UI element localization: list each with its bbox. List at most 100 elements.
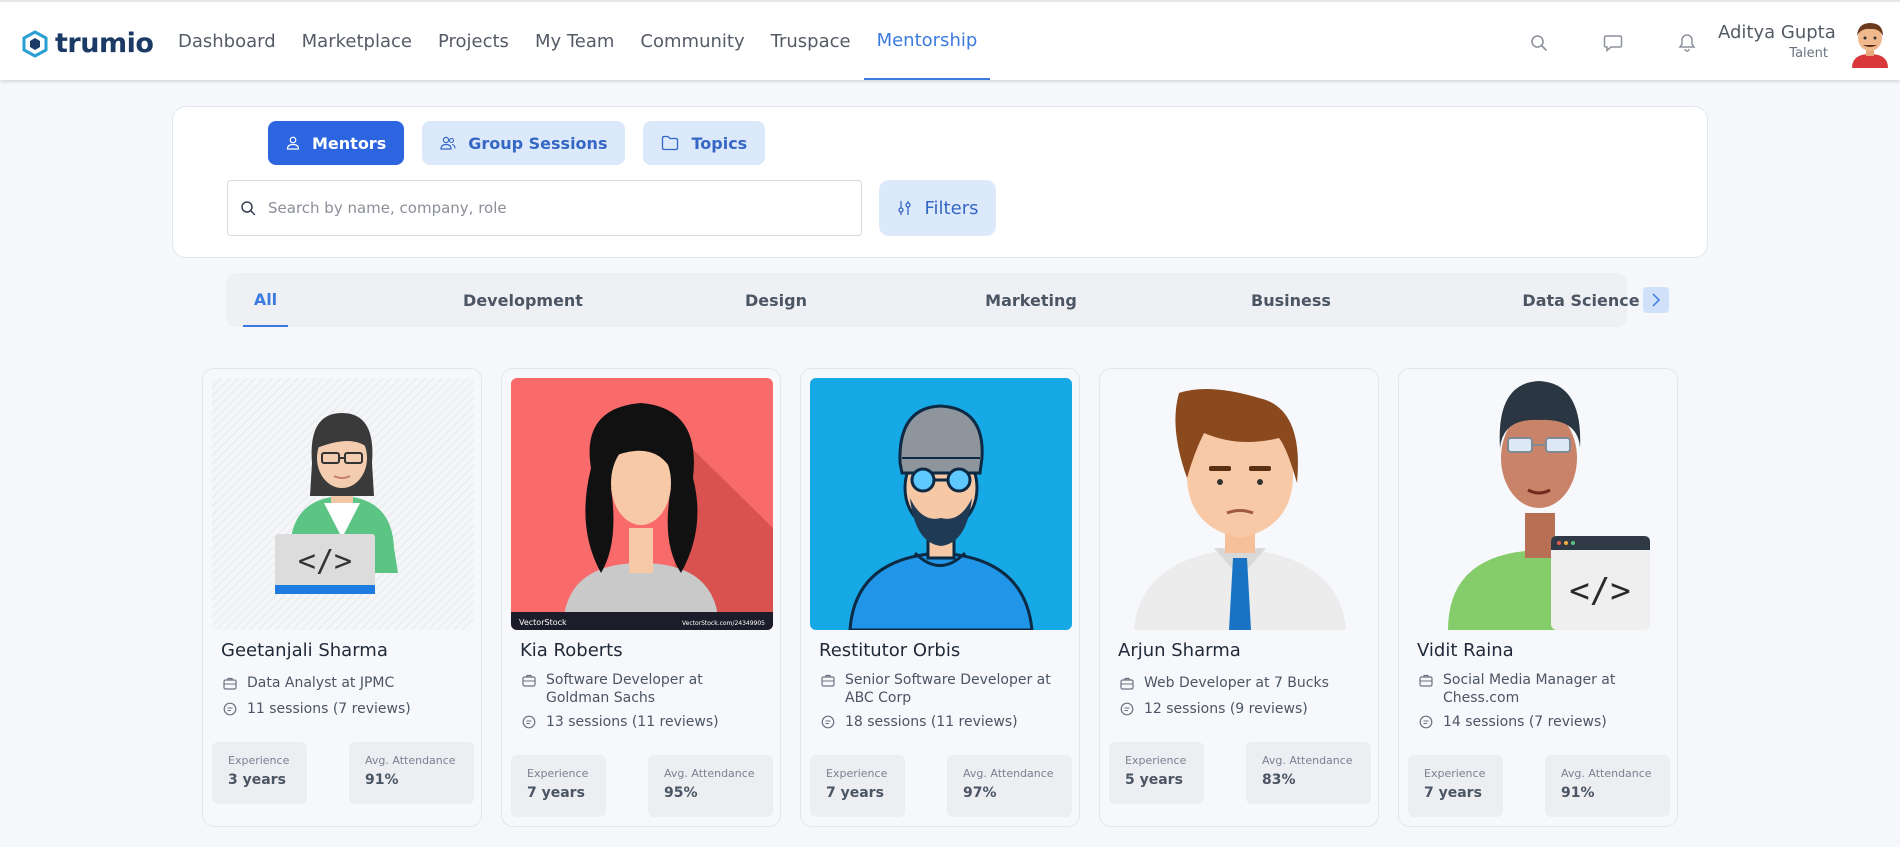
mentor-sessions-text: 13 sessions (11 reviews) xyxy=(546,714,719,730)
search-input[interactable] xyxy=(268,199,848,217)
category-design[interactable]: Design xyxy=(726,273,826,327)
briefcase-icon xyxy=(1419,674,1433,687)
user-menu[interactable]: Aditya Gupta Talent xyxy=(1718,22,1836,61)
category-all[interactable]: All xyxy=(243,273,288,327)
nav-marketplace[interactable]: Marketplace xyxy=(289,2,425,80)
mentor-sessions: 13 sessions (11 reviews) xyxy=(522,713,767,731)
category-bar: All Development Design Marketing Busines… xyxy=(226,273,1640,327)
nav-mentorship[interactable]: Mentorship xyxy=(863,2,991,80)
nav-community[interactable]: Community xyxy=(627,2,757,80)
mentor-role-text: Data Analyst at JPMC xyxy=(247,675,395,691)
mentor-photo: </> xyxy=(1408,378,1670,630)
mentor-sessions-text: 18 sessions (11 reviews) xyxy=(845,714,1018,730)
svg-text:</>: </> xyxy=(298,544,352,579)
experience-value: 7 years xyxy=(826,785,884,801)
mentor-role: Software Developer at Goldman Sachs xyxy=(522,671,767,707)
category-development[interactable]: Development xyxy=(448,273,598,327)
tab-group-sessions[interactable]: Group Sessions xyxy=(422,121,626,165)
chat-icon[interactable] xyxy=(1602,32,1624,54)
mentor-role-text: Senior Software Developer at ABC Corp xyxy=(845,672,1051,706)
experience-stat: Experience 7 years xyxy=(511,755,606,817)
mentor-card[interactable]: </> Vidit Raina Social Media Manager at … xyxy=(1398,368,1678,827)
main-nav: Dashboard Marketplace Projects My Team C… xyxy=(165,2,991,80)
mentor-photo: </> xyxy=(212,378,474,630)
attendance-label: Avg. Attendance xyxy=(1262,754,1353,767)
mentor-name: Arjun Sharma xyxy=(1118,640,1241,661)
mentor-sessions: 18 sessions (11 reviews) xyxy=(821,713,1066,731)
nav-dashboard[interactable]: Dashboard xyxy=(165,2,289,80)
user-role: Talent xyxy=(1789,46,1828,61)
chat-bubble-icon xyxy=(522,715,536,729)
watermark-left: VectorStock xyxy=(519,618,567,627)
chat-bubble-icon xyxy=(821,715,835,729)
mentor-role-text: Web Developer at 7 Bucks xyxy=(1144,675,1329,691)
attendance-value: 91% xyxy=(1561,785,1595,801)
mentor-sessions: 14 sessions (7 reviews) xyxy=(1419,713,1664,731)
search-field[interactable] xyxy=(227,180,862,236)
mentor-sessions-text: 12 sessions (9 reviews) xyxy=(1144,701,1308,717)
folder-icon xyxy=(662,135,679,151)
mentor-illustration: </> xyxy=(1448,381,1650,630)
experience-value: 3 years xyxy=(228,772,286,788)
mentor-name: Kia Roberts xyxy=(520,640,623,661)
attendance-value: 95% xyxy=(664,785,698,801)
tab-topics[interactable]: Topics xyxy=(643,121,766,165)
attendance-label: Avg. Attendance xyxy=(1561,767,1652,780)
experience-label: Experience xyxy=(826,767,888,780)
nav-my-team[interactable]: My Team xyxy=(522,2,627,80)
category-business[interactable]: Business xyxy=(1231,273,1351,327)
nav-actions xyxy=(1528,32,1698,54)
brand-logo[interactable]: trumio xyxy=(21,28,154,59)
avatar[interactable] xyxy=(1848,18,1892,68)
top-navbar: trumio Dashboard Marketplace Projects My… xyxy=(0,0,1900,80)
attendance-stat: Avg. Attendance 97% xyxy=(947,755,1072,817)
tab-mentors-label: Mentors xyxy=(312,133,387,153)
mentor-card[interactable]: Restitutor Orbis Senior Software Develop… xyxy=(800,368,1080,827)
svg-text:</>: </> xyxy=(1569,571,1630,611)
mentor-card[interactable]: VectorStock VectorStock.com/24349905 Kia… xyxy=(501,368,781,827)
chat-bubble-icon xyxy=(1120,702,1134,716)
chat-bubble-icon xyxy=(1419,715,1433,729)
category-data-science[interactable]: Data Science xyxy=(1506,273,1656,327)
mentor-role: Senior Software Developer at ABC Corp xyxy=(821,671,1066,707)
mentor-illustration xyxy=(1134,389,1346,630)
mentor-role: Web Developer at 7 Bucks xyxy=(1120,674,1365,692)
experience-stat: Experience 7 years xyxy=(1408,755,1503,817)
mentor-role: Data Analyst at JPMC xyxy=(223,674,468,692)
user-icon xyxy=(286,136,300,150)
briefcase-icon xyxy=(223,677,237,690)
attendance-label: Avg. Attendance xyxy=(963,767,1054,780)
nav-projects[interactable]: Projects xyxy=(425,2,522,80)
bell-icon[interactable] xyxy=(1676,32,1698,54)
experience-stat: Experience 3 years xyxy=(212,742,307,804)
mentor-card[interactable]: Arjun Sharma Web Developer at 7 Bucks 12… xyxy=(1099,368,1379,827)
experience-value: 7 years xyxy=(1424,785,1482,801)
mentor-role: Social Media Manager at Chess.com xyxy=(1419,671,1664,707)
watermark-right: VectorStock.com/24349905 xyxy=(682,620,765,627)
experience-label: Experience xyxy=(1125,754,1187,767)
experience-value: 7 years xyxy=(527,785,585,801)
attendance-stat: Avg. Attendance 83% xyxy=(1246,742,1371,804)
search-icon xyxy=(241,201,256,216)
mentor-photo xyxy=(1109,378,1371,630)
mentor-sessions: 12 sessions (9 reviews) xyxy=(1120,700,1365,718)
filters-label: Filters xyxy=(924,197,979,219)
filters-button[interactable]: Filters xyxy=(879,180,996,236)
experience-label: Experience xyxy=(527,767,589,780)
chat-bubble-icon xyxy=(223,702,237,716)
attendance-label: Avg. Attendance xyxy=(664,767,755,780)
user-name: Aditya Gupta xyxy=(1718,22,1836,43)
attendance-value: 91% xyxy=(365,772,399,788)
nav-truspace[interactable]: Truspace xyxy=(758,2,864,80)
search-icon[interactable] xyxy=(1528,32,1550,54)
mentor-photo xyxy=(810,378,1072,630)
tab-mentors[interactable]: Mentors xyxy=(268,121,405,165)
attendance-stat: Avg. Attendance 91% xyxy=(349,742,474,804)
category-marketing[interactable]: Marketing xyxy=(966,273,1096,327)
attendance-value: 97% xyxy=(963,785,997,801)
trumio-logo-icon xyxy=(22,29,48,58)
mentor-card[interactable]: </> Geetanjali Sharma Data Analyst at JP… xyxy=(202,368,482,827)
category-next-button[interactable] xyxy=(1643,287,1669,313)
mentor-role-text: Social Media Manager at Chess.com xyxy=(1443,672,1616,706)
mentor-sessions-text: 14 sessions (7 reviews) xyxy=(1443,714,1607,730)
